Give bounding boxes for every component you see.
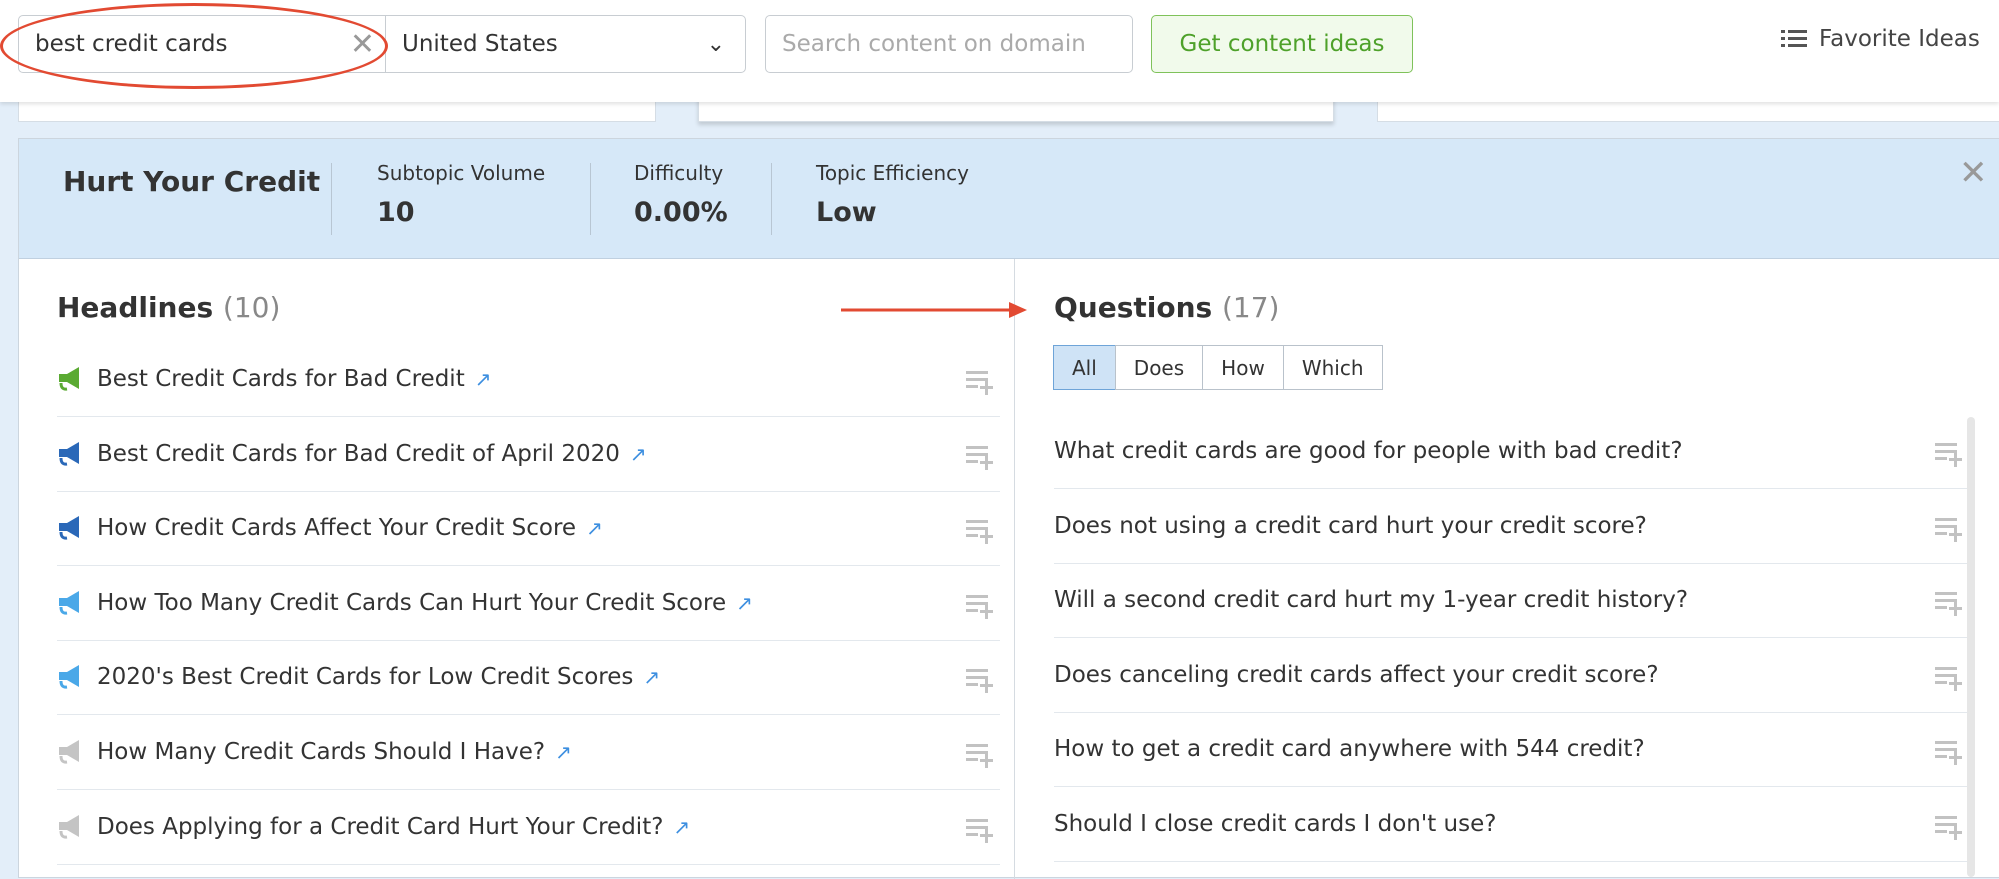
question-item[interactable]: Will a second credit card hurt my 1-year… — [1054, 563, 1969, 639]
external-link-icon[interactable]: ↗ — [475, 367, 492, 391]
topic-title: Hurt Your Credit — [63, 165, 321, 198]
add-to-ideas-icon[interactable] — [1935, 665, 1965, 697]
topic-detail-panel: Hurt Your Credit Subtopic Volume 10 Diffi… — [18, 138, 1999, 879]
stat-value: 10 — [377, 197, 415, 228]
headline-text[interactable]: Does Applying for a Credit Card Hurt You… — [97, 814, 663, 840]
add-to-ideas-icon[interactable] — [1935, 814, 1965, 846]
add-to-ideas-icon[interactable] — [966, 518, 996, 550]
add-to-ideas-icon[interactable] — [966, 369, 996, 401]
headlines-count: (10) — [222, 291, 281, 324]
scrollbar[interactable] — [1967, 417, 1975, 877]
question-item[interactable]: Does canceling credit cards affect your … — [1054, 638, 1969, 713]
stat-value: Low — [816, 197, 877, 228]
headline-item[interactable]: Best Credit Cards for Bad Credit of Apri… — [57, 417, 1000, 492]
filter-does[interactable]: Does — [1114, 345, 1204, 390]
headline-text[interactable]: How Many Credit Cards Should I Have? — [97, 739, 545, 765]
question-text: Will a second credit card hurt my 1-year… — [1054, 587, 1689, 614]
keyword-input[interactable]: best credit cards ✕ — [18, 15, 386, 73]
add-to-ideas-icon[interactable] — [966, 817, 996, 849]
question-text: How to get a credit card anywhere with 5… — [1054, 736, 1645, 763]
headline-text[interactable]: How Credit Cards Affect Your Credit Scor… — [97, 515, 576, 541]
headlines-title: Headlines (10) — [57, 291, 280, 324]
headline-item[interactable]: How Too Many Credit Cards Can Hurt Your … — [57, 566, 1000, 641]
stat-label: Topic Efficiency — [816, 161, 969, 185]
headline-text[interactable]: Best Credit Cards for Bad Credit — [97, 366, 465, 392]
stat-value: 0.00% — [634, 197, 728, 228]
filter-how[interactable]: How — [1202, 345, 1284, 390]
question-item[interactable]: How to get a credit card anywhere with 5… — [1054, 712, 1969, 788]
external-link-icon[interactable]: ↗ — [630, 442, 647, 466]
external-link-icon[interactable]: ↗ — [643, 665, 660, 689]
country-value: United States — [402, 31, 558, 57]
add-to-ideas-icon[interactable] — [1935, 739, 1965, 771]
filter-all[interactable]: All — [1053, 345, 1116, 390]
get-content-ideas-button[interactable]: Get content ideas — [1151, 15, 1413, 73]
question-item[interactable]: Should I close credit cards I don't use? — [1054, 787, 1969, 862]
questions-title: Questions (17) — [1054, 291, 1279, 324]
question-item[interactable]: Does not using a credit card hurt your c… — [1054, 489, 1969, 564]
megaphone-icon — [59, 590, 79, 615]
list-icon — [1781, 30, 1807, 47]
questions-count: (17) — [1221, 291, 1280, 324]
stat-difficulty: Difficulty 0.00% — [634, 161, 728, 228]
external-link-icon[interactable]: ↗ — [736, 591, 753, 615]
headline-item[interactable]: Best Credit Cards for Bad Credit ↗ — [57, 342, 1000, 417]
keyword-value: best credit cards — [35, 31, 228, 57]
add-to-ideas-icon[interactable] — [966, 593, 996, 625]
megaphone-icon — [59, 516, 79, 540]
clear-icon[interactable]: ✕ — [350, 27, 375, 62]
divider — [331, 163, 332, 235]
chevron-down-icon: ⌄ — [706, 31, 725, 57]
headline-item[interactable]: How Many Credit Cards Should I Have? ↗ — [57, 715, 1000, 790]
stat-topic-efficiency: Topic Efficiency Low — [816, 161, 969, 228]
top-toolbar: best credit cards ✕ United States ⌄ Search… — [0, 0, 1999, 102]
megaphone-icon — [59, 814, 79, 839]
add-to-ideas-icon[interactable] — [966, 444, 996, 476]
question-filters: All Does How Which — [1053, 345, 1383, 390]
add-to-ideas-icon[interactable] — [1935, 590, 1965, 622]
question-text: Does canceling credit cards affect your … — [1054, 661, 1659, 688]
add-to-ideas-icon[interactable] — [966, 742, 996, 774]
questions-label: Questions — [1054, 291, 1213, 324]
headline-text[interactable]: How Too Many Credit Cards Can Hurt Your … — [97, 590, 726, 616]
add-to-ideas-icon[interactable] — [1935, 441, 1965, 473]
headline-item[interactable]: How Credit Cards Affect Your Credit Scor… — [57, 491, 1000, 567]
domain-placeholder: Search content on domain — [782, 31, 1086, 57]
topic-header: Hurt Your Credit Subtopic Volume 10 Diffi… — [19, 139, 1999, 259]
country-select[interactable]: United States ⌄ — [385, 15, 746, 73]
filter-which[interactable]: Which — [1282, 345, 1383, 390]
stat-subtopic-volume: Subtopic Volume 10 — [377, 161, 545, 228]
divider — [771, 163, 772, 235]
column-divider — [1014, 259, 1015, 879]
megaphone-icon — [59, 367, 79, 391]
stat-label: Subtopic Volume — [377, 161, 546, 185]
question-item[interactable]: What credit cards are good for people wi… — [1054, 414, 1969, 489]
external-link-icon[interactable]: ↗ — [586, 516, 603, 540]
headline-item[interactable]: Does Applying for a Credit Card Hurt You… — [57, 790, 1000, 865]
megaphone-icon — [59, 665, 79, 690]
close-icon[interactable]: ✕ — [1959, 153, 1988, 193]
annotation-arrow — [841, 302, 1027, 318]
headlines-label: Headlines — [57, 291, 214, 324]
headline-text[interactable]: 2020's Best Credit Cards for Low Credit … — [97, 664, 633, 690]
favorite-ideas-button[interactable]: Favorite Ideas — [1781, 26, 1980, 52]
divider — [590, 163, 591, 235]
question-text: Does not using a credit card hurt your c… — [1054, 512, 1647, 539]
megaphone-icon — [59, 740, 79, 764]
megaphone-icon — [59, 441, 79, 466]
favorite-ideas-label: Favorite Ideas — [1819, 26, 1980, 52]
domain-search-input[interactable]: Search content on domain — [765, 15, 1133, 73]
add-to-ideas-icon[interactable] — [966, 667, 996, 699]
headline-item[interactable]: 2020's Best Credit Cards for Low Credit … — [57, 640, 1000, 716]
add-to-ideas-icon[interactable] — [1935, 516, 1965, 548]
external-link-icon[interactable]: ↗ — [555, 740, 572, 764]
question-text: What credit cards are good for people wi… — [1054, 438, 1683, 464]
headline-text[interactable]: Best Credit Cards for Bad Credit of Apri… — [97, 441, 620, 467]
question-text: Should I close credit cards I don't use? — [1054, 811, 1497, 837]
stat-label: Difficulty — [634, 161, 724, 185]
external-link-icon[interactable]: ↗ — [673, 815, 690, 839]
